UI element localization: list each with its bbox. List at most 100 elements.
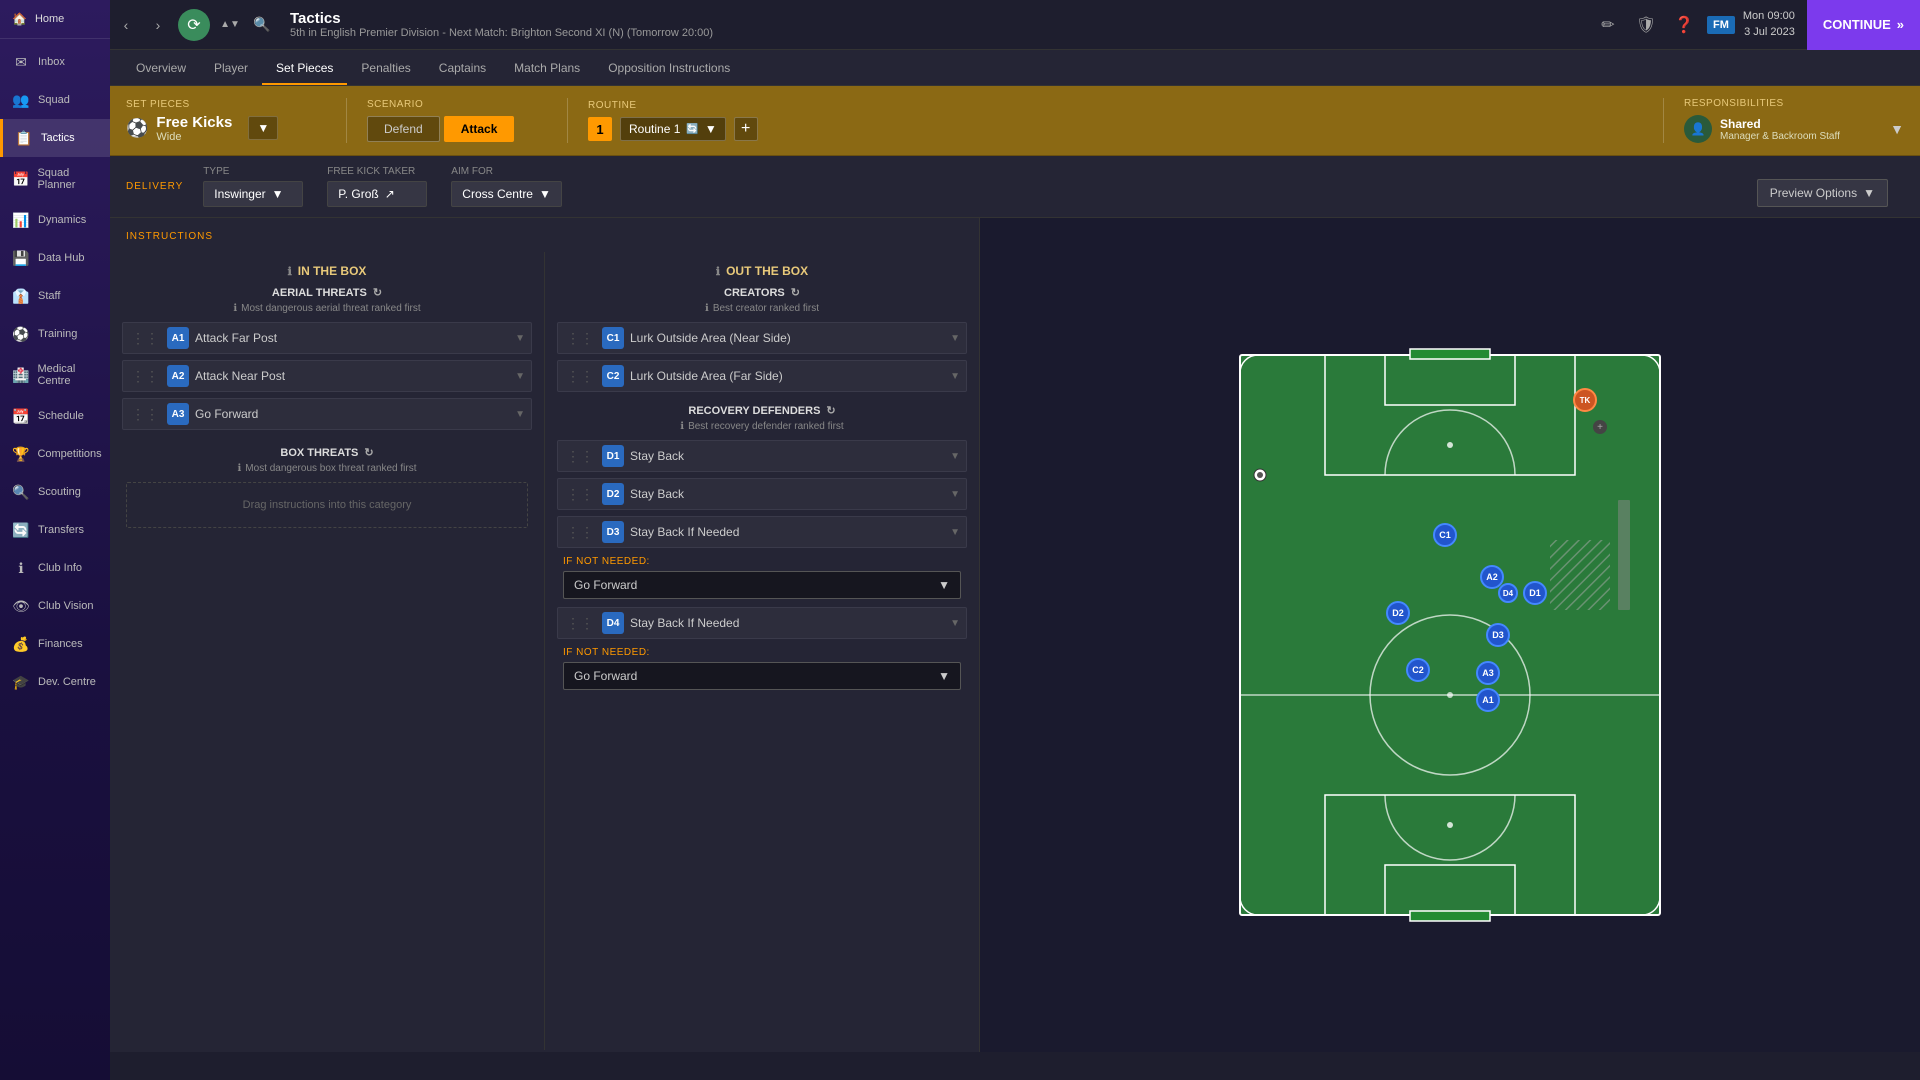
sidebar-item-squad[interactable]: 👥 Squad bbox=[0, 81, 110, 119]
sidebar-item-club-vision[interactable]: 👁 Club Vision bbox=[0, 587, 110, 625]
drag-handle-a2[interactable]: ⋮⋮ bbox=[129, 366, 161, 387]
player-add-icon[interactable]: + bbox=[1593, 420, 1607, 434]
routine-select[interactable]: Routine 1 🔄 ▼ bbox=[620, 117, 726, 141]
defend-button[interactable]: Defend bbox=[367, 116, 440, 142]
tab-penalties[interactable]: Penalties bbox=[347, 53, 424, 85]
recovery-d1-select[interactable]: Stay Back ▼ bbox=[630, 449, 960, 463]
sidebar-label-club-vision: Club Vision bbox=[38, 600, 93, 612]
tab-set-pieces[interactable]: Set Pieces bbox=[262, 53, 347, 85]
home-label: Home bbox=[35, 13, 64, 25]
drag-handle-d4[interactable]: ⋮⋮ bbox=[564, 613, 596, 634]
responsibilities-info: Shared Manager & Backroom Staff bbox=[1720, 117, 1882, 142]
continue-label: CONTINUE bbox=[1823, 17, 1891, 32]
badge-d1: D1 bbox=[602, 445, 624, 467]
player-token-d3[interactable]: D3 bbox=[1486, 623, 1510, 647]
ifnn-d3-select[interactable]: Go Forward ▼ bbox=[563, 571, 961, 599]
player-token-c1[interactable]: C1 bbox=[1433, 523, 1457, 547]
continue-button[interactable]: CONTINUE » bbox=[1807, 0, 1920, 50]
sidebar-item-dev-centre[interactable]: 🎓 Dev. Centre bbox=[0, 663, 110, 701]
sidebar-item-training[interactable]: ⚽ Training bbox=[0, 315, 110, 353]
free-kick-taker-select[interactable]: P. Groß ↗ bbox=[327, 181, 427, 207]
sidebar-label-inbox: Inbox bbox=[38, 56, 65, 68]
help-button[interactable]: 🛡 bbox=[1631, 10, 1661, 40]
sidebar-item-transfers[interactable]: 🔄 Transfers bbox=[0, 511, 110, 549]
aerial-a3-select[interactable]: Go Forward ▼ bbox=[195, 407, 525, 421]
badge-d3: D3 bbox=[602, 521, 624, 543]
sidebar-item-staff[interactable]: 👔 Staff bbox=[0, 277, 110, 315]
main-content: SET PIECES ⚽ Free Kicks Wide ▼ SCENARIO … bbox=[110, 86, 1920, 1080]
sidebar-item-medical[interactable]: 🏥 Medical Centre bbox=[0, 353, 110, 397]
sidebar-item-finances[interactable]: 💰 Finances bbox=[0, 625, 110, 663]
type-select[interactable]: Inswinger ▼ bbox=[203, 181, 303, 207]
player-token-tk[interactable]: TK bbox=[1573, 388, 1597, 412]
search-button[interactable]: 🔍 bbox=[246, 0, 278, 50]
box-hint: ℹ Most dangerous box threat ranked first bbox=[122, 463, 532, 474]
aerial-threats-title: AERIAL THREATS ↻ bbox=[122, 286, 532, 299]
drag-handle-c2[interactable]: ⋮⋮ bbox=[564, 366, 596, 387]
set-piece-name: Free Kicks bbox=[156, 114, 232, 131]
sidebar-item-home[interactable]: 🏠 Home bbox=[0, 0, 110, 39]
question-button[interactable]: ❓ bbox=[1669, 10, 1699, 40]
drag-handle-d3[interactable]: ⋮⋮ bbox=[564, 522, 596, 543]
set-piece-dropdown[interactable]: ▼ bbox=[248, 116, 278, 140]
sidebar-item-schedule[interactable]: 📆 Schedule bbox=[0, 397, 110, 435]
drag-handle-c1[interactable]: ⋮⋮ bbox=[564, 328, 596, 349]
attack-button[interactable]: Attack bbox=[444, 116, 515, 142]
in-the-box-title: ℹ IN THE BOX bbox=[122, 264, 532, 278]
back-button[interactable]: ‹ bbox=[110, 0, 142, 50]
sidebar-item-competitions[interactable]: 🏆 Competitions bbox=[0, 435, 110, 473]
medical-icon: 🏥 bbox=[12, 366, 29, 384]
player-token-d4[interactable]: D4 bbox=[1498, 583, 1518, 603]
sidebar-item-inbox[interactable]: ✉ Inbox bbox=[0, 43, 110, 81]
recovery-refresh-icon[interactable]: ↻ bbox=[826, 404, 835, 417]
routine-add-button[interactable]: + bbox=[734, 117, 758, 141]
refresh-button[interactable]: ▲▼ bbox=[214, 0, 246, 50]
player-token-c2[interactable]: C2 bbox=[1406, 658, 1430, 682]
aim-for-select[interactable]: Cross Centre ▼ bbox=[451, 181, 562, 207]
recovery-d2-select[interactable]: Stay Back ▼ bbox=[630, 487, 960, 501]
sidebar-item-tactics[interactable]: 📋 Tactics bbox=[0, 119, 110, 157]
sidebar-item-squad-planner[interactable]: 📅 Squad Planner bbox=[0, 157, 110, 201]
drag-handle-d1[interactable]: ⋮⋮ bbox=[564, 446, 596, 467]
tab-overview[interactable]: Overview bbox=[122, 53, 200, 85]
tab-player[interactable]: Player bbox=[200, 53, 262, 85]
sidebar-label-squad-planner: Squad Planner bbox=[37, 167, 98, 191]
creators-refresh-icon[interactable]: ↻ bbox=[791, 286, 800, 299]
box-refresh-icon[interactable]: ↻ bbox=[364, 446, 373, 459]
player-token-a1[interactable]: A1 bbox=[1476, 688, 1500, 712]
player-token-a3[interactable]: A3 bbox=[1476, 661, 1500, 685]
player-token-d2[interactable]: D2 bbox=[1386, 601, 1410, 625]
drag-handle-a3[interactable]: ⋮⋮ bbox=[129, 404, 161, 425]
sidebar-item-data-hub[interactable]: 💾 Data Hub bbox=[0, 239, 110, 277]
sidebar-item-scouting[interactable]: 🔍 Scouting bbox=[0, 473, 110, 511]
resp-role: Manager & Backroom Staff bbox=[1720, 131, 1882, 142]
recovery-hint-icon: ℹ bbox=[680, 421, 684, 432]
recovery-d3-select[interactable]: Stay Back If Needed ▼ bbox=[630, 525, 960, 539]
creator-row-c1: ⋮⋮ C1 Lurk Outside Area (Near Side) ▼ bbox=[557, 322, 967, 354]
creator-c1-select[interactable]: Lurk Outside Area (Near Side) ▼ bbox=[630, 331, 960, 345]
sidebar-item-club-info[interactable]: ℹ Club Info bbox=[0, 549, 110, 587]
aerial-a1-select[interactable]: Attack Far Post ▼ bbox=[195, 331, 525, 345]
responsibilities-dropdown[interactable]: ▼ bbox=[1890, 121, 1904, 137]
tab-opposition-instructions[interactable]: Opposition Instructions bbox=[594, 53, 744, 85]
transfers-icon: 🔄 bbox=[12, 521, 30, 539]
tab-match-plans[interactable]: Match Plans bbox=[500, 53, 594, 85]
edit-button[interactable]: ✏ bbox=[1593, 10, 1623, 40]
drag-handle-a1[interactable]: ⋮⋮ bbox=[129, 328, 161, 349]
player-token-d1[interactable]: D1 bbox=[1523, 581, 1547, 605]
preview-options-button[interactable]: Preview Options ▼ bbox=[1757, 179, 1888, 207]
tab-captains[interactable]: Captains bbox=[425, 53, 500, 85]
creator-c2-select[interactable]: Lurk Outside Area (Far Side) ▼ bbox=[630, 369, 960, 383]
recovery-d4-select[interactable]: Stay Back If Needed ▼ bbox=[630, 616, 960, 630]
recovery-row-d4: ⋮⋮ D4 Stay Back If Needed ▼ bbox=[557, 607, 967, 639]
free-kick-taker-field: FREE KICK TAKER P. Groß ↗ bbox=[327, 166, 427, 207]
aerial-refresh-icon[interactable]: ↻ bbox=[373, 286, 382, 299]
aerial-a2-select[interactable]: Attack Near Post ▼ bbox=[195, 369, 525, 383]
training-icon: ⚽ bbox=[12, 325, 30, 343]
forward-button[interactable]: › bbox=[142, 0, 174, 50]
sidebar-item-dynamics[interactable]: 📊 Dynamics bbox=[0, 201, 110, 239]
divider-3 bbox=[1663, 98, 1664, 143]
ifnn-d4-select[interactable]: Go Forward ▼ bbox=[563, 662, 961, 690]
drag-handle-d2[interactable]: ⋮⋮ bbox=[564, 484, 596, 505]
continue-chevron: » bbox=[1897, 17, 1904, 32]
